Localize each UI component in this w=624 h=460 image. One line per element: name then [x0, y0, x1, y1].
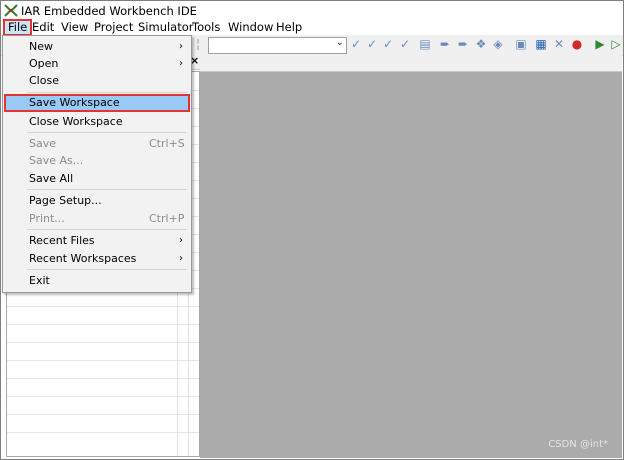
menu-item-save-workspace[interactable]: Save Workspace	[4, 94, 190, 112]
menu-separator	[27, 132, 187, 133]
toolbar-grip-icon: ¦	[195, 37, 201, 51]
list-row-line	[7, 378, 199, 379]
next-bookmark-icon[interactable]: ✓	[381, 37, 395, 52]
menu-item-label: Recent Files	[29, 234, 95, 247]
menu-separator	[27, 269, 187, 270]
menu-item-label: Exit	[29, 274, 50, 287]
memory-icon[interactable]: ▦	[534, 37, 548, 52]
chevron-right-icon: ›	[179, 58, 183, 69]
download-debug-icon[interactable]: ▷	[609, 37, 623, 52]
menu-item-label: Save	[29, 137, 57, 150]
make-icon[interactable]: ❖	[474, 37, 488, 52]
chevron-right-icon: ›	[179, 253, 183, 264]
menu-view[interactable]: View	[58, 20, 91, 35]
watch-icon[interactable]: ▣	[514, 37, 528, 52]
breakpoint-toggle-icon[interactable]: ✕	[552, 37, 566, 52]
menu-item-print[interactable]: Print... Ctrl+P	[5, 210, 189, 227]
window-title: IAR Embedded Workbench IDE	[21, 4, 197, 18]
editor-tab-bar	[200, 55, 622, 72]
chevron-right-icon: ›	[179, 41, 183, 52]
menu-window[interactable]: Window	[225, 20, 276, 35]
menu-separator	[27, 189, 187, 190]
menu-item-label: Open	[29, 57, 59, 70]
menu-item-close[interactable]: Close	[5, 72, 189, 89]
chevron-right-icon: ›	[179, 235, 183, 246]
menu-project[interactable]: Project	[91, 20, 136, 35]
menu-item-label: New	[29, 40, 53, 53]
menu-item-label: Save All	[29, 172, 74, 185]
find-combo[interactable]: ⌄	[208, 37, 347, 54]
title-bar: IAR Embedded Workbench IDE	[1, 1, 623, 20]
goto-bookmark-icon[interactable]: ✓	[365, 37, 379, 52]
menu-item-recent-files[interactable]: Recent Files ›	[5, 232, 189, 249]
menu-item-save-all[interactable]: Save All	[5, 170, 189, 187]
menu-item-new[interactable]: New ›	[5, 38, 189, 55]
menu-edit[interactable]: Edit	[29, 20, 57, 35]
editor-area[interactable]: CSDN @int*	[200, 72, 622, 458]
breakpoint-icon[interactable]: ●	[570, 37, 584, 52]
menu-item-open[interactable]: Open ›	[5, 55, 189, 72]
menu-item-label: Recent Workspaces	[29, 252, 137, 265]
shortcut-label: Ctrl+S	[149, 137, 185, 150]
menu-file[interactable]: File	[3, 19, 33, 36]
list-row-line	[7, 432, 199, 433]
menu-item-label: Save Workspace	[29, 96, 120, 109]
menu-item-save-as[interactable]: Save As...	[5, 152, 189, 169]
menu-item-label: Close	[29, 74, 59, 87]
iar-app-icon	[4, 4, 18, 17]
watermark: CSDN @int*	[548, 439, 608, 450]
chevron-down-icon[interactable]: ⌄	[336, 37, 344, 48]
debug-icon[interactable]: ▶	[593, 37, 607, 52]
menu-item-label: Close Workspace	[29, 115, 123, 128]
navigate-back-icon[interactable]: ➨	[438, 37, 452, 52]
file-menu-dropdown: New › Open › Close Save Workspace Close …	[2, 35, 192, 293]
menu-item-close-workspace[interactable]: Close Workspace	[5, 113, 189, 130]
list-row-line	[7, 306, 199, 307]
menu-help[interactable]: Help	[273, 20, 305, 35]
menu-item-page-setup[interactable]: Page Setup...	[5, 192, 189, 209]
list-row-line	[7, 360, 199, 361]
prev-bookmark-icon[interactable]: ✓	[398, 37, 412, 52]
list-row-line	[7, 414, 199, 415]
shortcut-label: Ctrl+P	[149, 212, 185, 225]
menu-item-label: Save As...	[29, 154, 84, 167]
menu-tools[interactable]: Tools	[189, 20, 223, 35]
menu-item-label: Page Setup...	[29, 194, 102, 207]
menu-item-save[interactable]: Save Ctrl+S	[5, 135, 189, 152]
menu-item-exit[interactable]: Exit	[5, 272, 189, 289]
menu-separator	[27, 92, 187, 93]
list-row-line	[7, 342, 199, 343]
navigate-forward-icon[interactable]: ➨	[456, 37, 470, 52]
list-row-line	[7, 396, 199, 397]
menu-item-label: Print...	[29, 212, 65, 225]
compile-icon[interactable]: ▤	[418, 37, 432, 52]
menu-separator	[27, 229, 187, 230]
toggle-bookmark-icon[interactable]: ✓	[349, 37, 363, 52]
menu-simulator[interactable]: Simulator	[135, 20, 197, 35]
menu-item-recent-workspaces[interactable]: Recent Workspaces ›	[5, 250, 189, 267]
menu-bar: File Edit View Project Simulator Tools W…	[1, 19, 623, 36]
stop-build-icon[interactable]: ◈	[491, 37, 505, 52]
list-row-line	[7, 324, 199, 325]
